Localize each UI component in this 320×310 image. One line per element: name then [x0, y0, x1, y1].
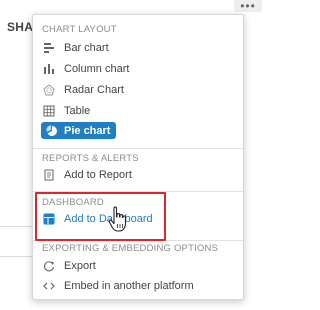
menu-item-radar-chart[interactable]: Radar Chart — [42, 81, 124, 99]
menu-divider — [33, 191, 243, 192]
section-header-reports-alerts: REPORTS & ALERTS — [42, 153, 139, 164]
menu-item-label: Embed in another platform — [64, 280, 194, 292]
section-header-chart-layout: CHART LAYOUT — [42, 24, 117, 35]
menu-item-label: Add to Report — [64, 169, 132, 181]
section-header-dashboard: DASHBOARD — [42, 197, 104, 208]
pie-chart-icon — [45, 124, 59, 138]
table-icon — [42, 104, 56, 118]
background-divider — [0, 256, 34, 257]
column-chart-icon — [42, 62, 56, 76]
menu-item-label: Radar Chart — [64, 84, 124, 96]
menu-item-column-chart[interactable]: Column chart — [42, 60, 129, 78]
export-icon — [42, 259, 56, 273]
menu-item-embed[interactable]: Embed in another platform — [42, 277, 194, 295]
more-options-button[interactable]: ••• — [234, 0, 262, 12]
menu-item-label: Pie chart — [64, 124, 111, 137]
background-divider — [0, 226, 34, 227]
radar-chart-icon — [42, 83, 56, 97]
dashboard-icon — [42, 212, 56, 226]
menu-item-label: Export — [64, 260, 96, 272]
embed-code-icon — [42, 279, 56, 293]
menu-item-label: Column chart — [64, 63, 130, 75]
menu-item-pie-chart[interactable]: Pie chart — [41, 122, 117, 139]
menu-item-add-to-report[interactable]: Add to Report — [42, 166, 132, 184]
bar-chart-icon — [42, 41, 56, 55]
menu-item-export[interactable]: Export — [42, 257, 96, 275]
report-icon — [42, 168, 56, 182]
chart-options-menu: CHART LAYOUT Bar chart Column chart Rada… — [32, 14, 244, 300]
menu-item-label: Add to Dashboard — [64, 213, 153, 225]
menu-item-bar-chart[interactable]: Bar chart — [42, 39, 109, 57]
background-section-title: SHA — [7, 20, 34, 34]
menu-divider — [33, 148, 243, 149]
menu-item-table[interactable]: Table — [42, 102, 90, 120]
section-header-exporting: EXPORTING & EMBEDDING OPTIONS — [42, 243, 219, 254]
menu-item-add-to-dashboard[interactable]: Add to Dashboard — [42, 210, 153, 228]
menu-item-label: Table — [64, 105, 91, 117]
menu-divider — [33, 240, 243, 241]
menu-item-label: Bar chart — [64, 42, 109, 54]
